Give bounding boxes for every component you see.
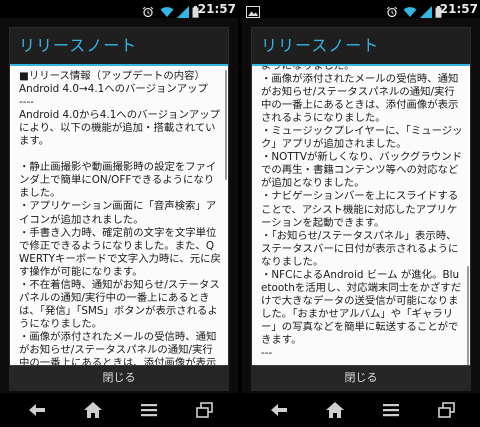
release-notes-content[interactable]: ■リリース情報（アップデートの内容） Android 4.0→4.1へのバージョ… <box>10 66 228 384</box>
release-notes-content[interactable]: ようになりました。 ・画像が添付されたメールの受信時、通知がお知らせ/ステータス… <box>252 66 470 384</box>
back-icon[interactable] <box>268 400 290 420</box>
home-icon[interactable] <box>324 400 346 420</box>
dialog-title: リリースノート <box>19 36 138 55</box>
dialog-title: リリースノート <box>261 36 380 55</box>
signal-icon <box>177 3 189 18</box>
scrollbar[interactable] <box>225 70 227 180</box>
navigation-bar <box>242 393 480 427</box>
menu-icon[interactable] <box>380 400 402 420</box>
wifi-icon <box>160 3 174 17</box>
navigation-bar <box>0 393 238 427</box>
scrollbar[interactable] <box>467 266 469 376</box>
status-bar: 21:57 <box>242 0 480 18</box>
alarm-icon <box>142 3 154 18</box>
signal-icon <box>420 3 432 18</box>
close-button[interactable]: 閉じる <box>251 365 471 391</box>
recent-apps-icon[interactable] <box>436 400 458 420</box>
phone-screen-left: 21:57 リリースノート ■リリース情報（アップデートの内容） Android… <box>0 0 238 427</box>
phone-screen-right: 21:57 リリースノート ようになりました。 ・画像が添付されたメールの受信時… <box>242 0 480 427</box>
release-notes-text: ようになりました。 ・画像が添付されたメールの受信時、通知がお知らせ/ステータス… <box>261 66 463 360</box>
status-time: 21:57 <box>197 2 236 16</box>
status-bar: 21:57 <box>0 0 238 18</box>
release-notes-text: ■リリース情報（アップデートの内容） Android 4.0→4.1へのバージョ… <box>19 70 221 370</box>
status-time: 21:57 <box>439 2 478 16</box>
release-notes-dialog: リリースノート ■リリース情報（アップデートの内容） Android 4.0→4… <box>9 27 229 391</box>
recent-apps-icon[interactable] <box>194 400 216 420</box>
release-notes-dialog: リリースノート ようになりました。 ・画像が添付されたメールの受信時、通知がお知… <box>251 27 471 391</box>
alarm-icon <box>386 3 398 18</box>
back-icon[interactable] <box>26 400 48 420</box>
gallery-notification-icon <box>246 3 260 18</box>
home-icon[interactable] <box>82 400 104 420</box>
wifi-icon <box>403 3 417 17</box>
close-button[interactable]: 閉じる <box>9 365 229 391</box>
menu-icon[interactable] <box>138 400 160 420</box>
